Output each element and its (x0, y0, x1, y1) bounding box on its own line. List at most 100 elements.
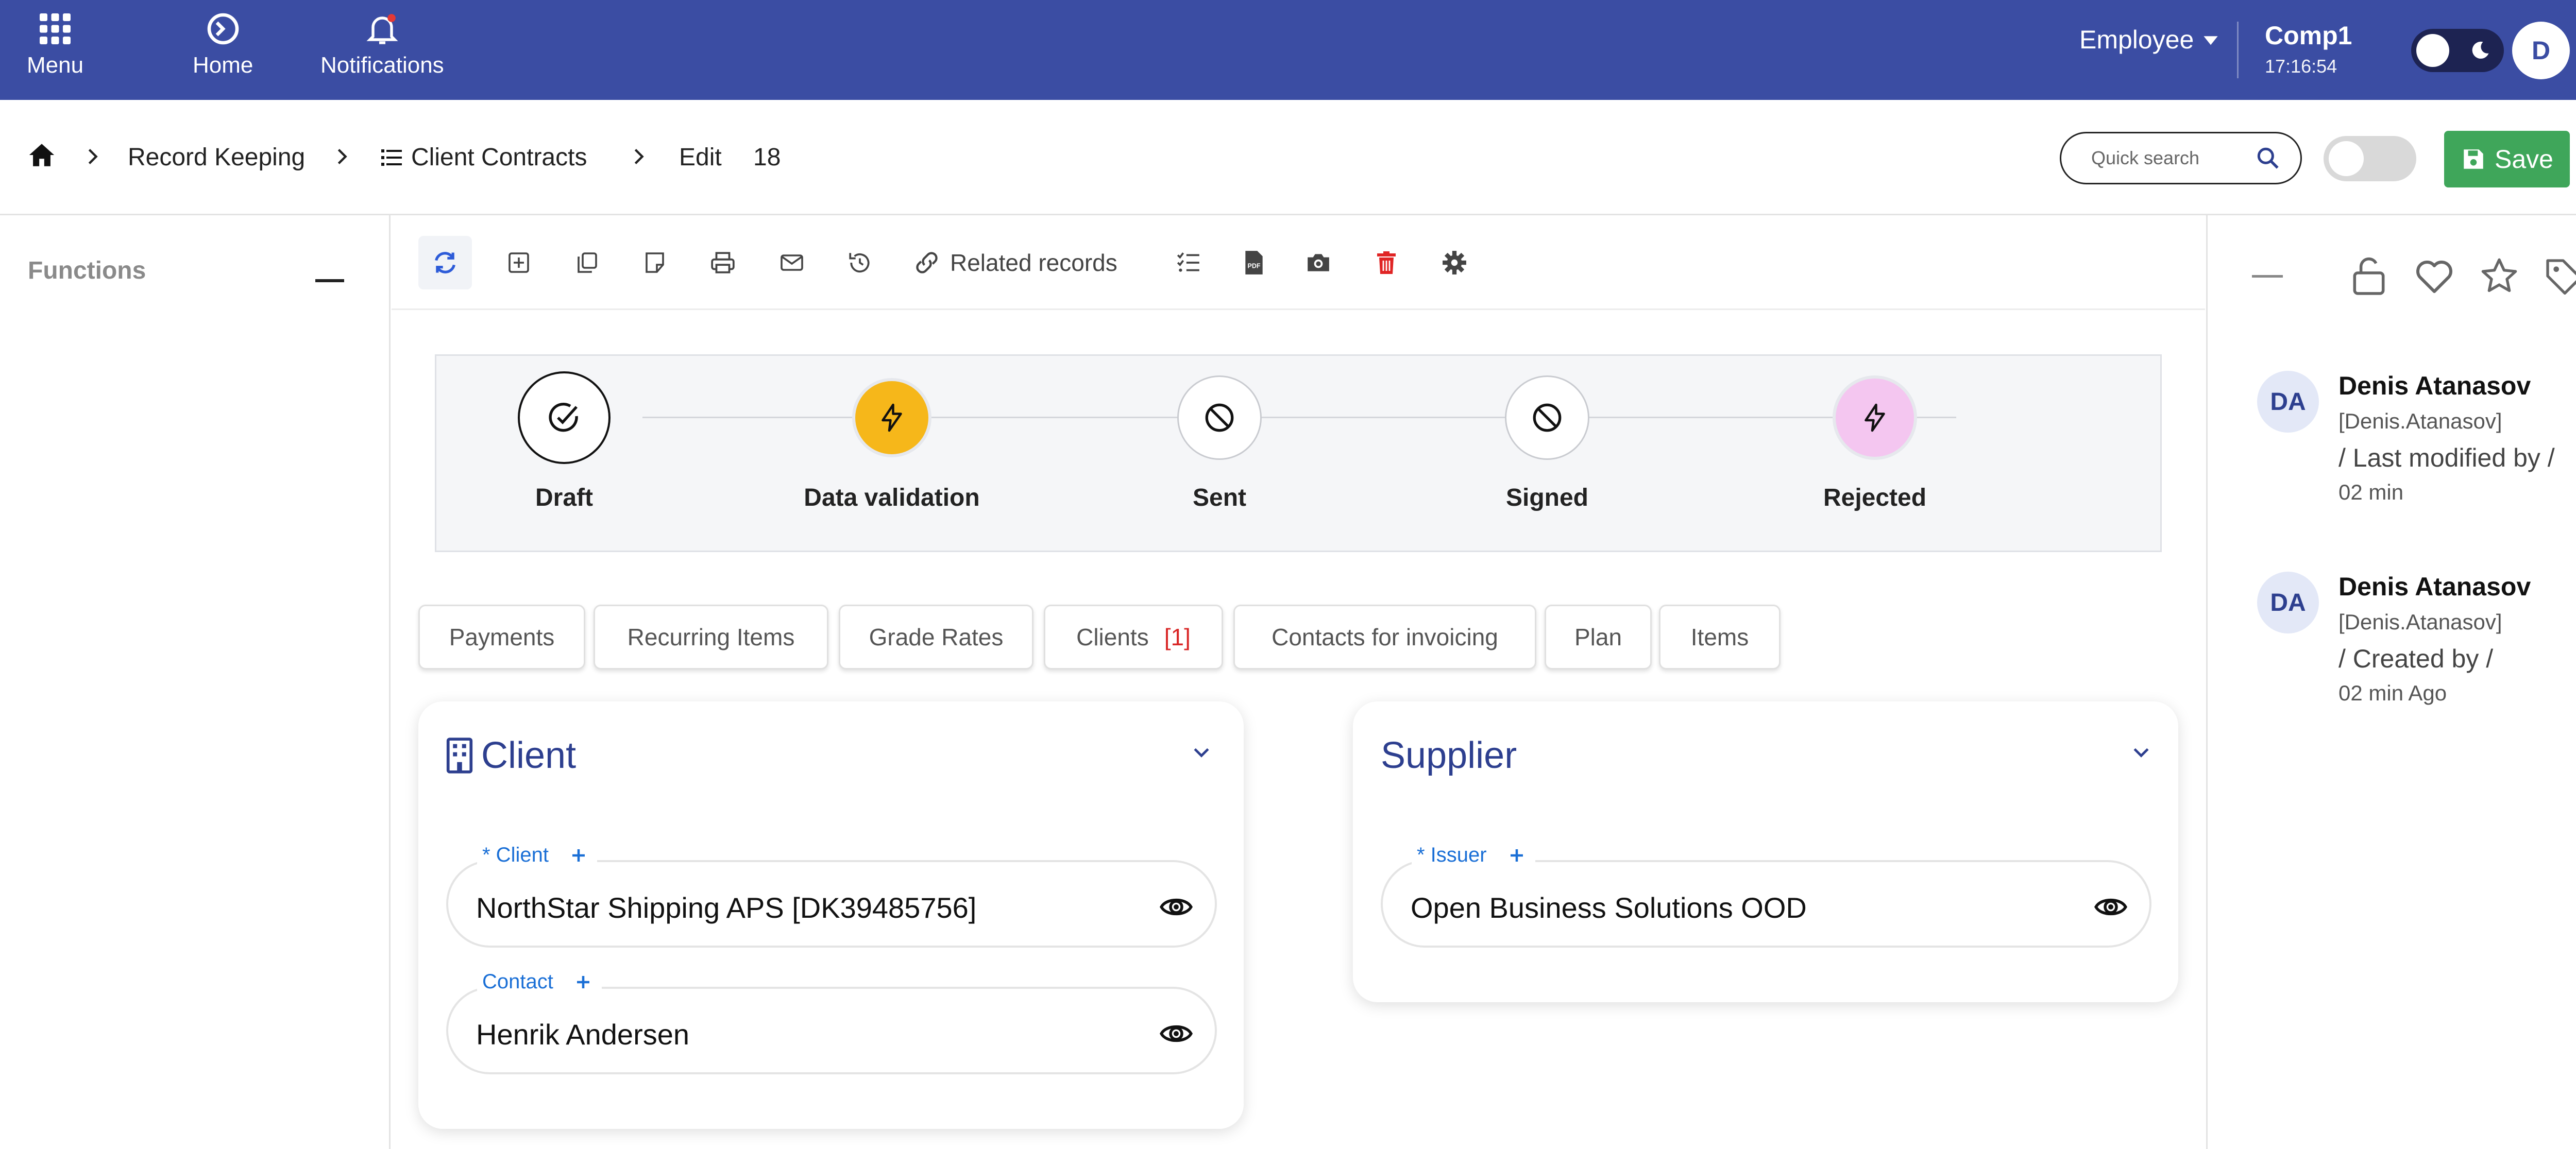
clock: 17:16:54 (2265, 56, 2337, 77)
breadcrumb-edit: Edit (679, 144, 722, 171)
heart-icon[interactable] (2414, 255, 2455, 297)
link-icon (916, 252, 938, 273)
step-rejected[interactable]: Rejected (1772, 371, 1978, 512)
minimize-icon[interactable] (2252, 275, 2283, 278)
unlock-icon[interactable] (2350, 255, 2388, 297)
contact-field[interactable]: Contact Henrik Andersen (446, 970, 1217, 1074)
step-sent-label: Sent (1192, 484, 1246, 511)
tab-payments[interactable]: Payments (418, 605, 585, 670)
star-icon[interactable] (2479, 255, 2520, 297)
step-data-validation[interactable]: Data validation (789, 371, 995, 512)
plus-icon[interactable] (570, 847, 587, 864)
floppy-disk-icon (2464, 149, 2483, 169)
record-id: 18 (753, 144, 781, 171)
step-draft-label: Draft (535, 484, 593, 511)
topbar-divider (2237, 22, 2239, 78)
step-sent[interactable]: Sent (1116, 371, 1323, 512)
step-rejected-circle (1833, 375, 1917, 460)
tab-items[interactable]: Items (1659, 605, 1781, 670)
camera-icon (1308, 254, 1329, 271)
refresh-button[interactable] (418, 236, 472, 289)
lightning-icon (882, 403, 902, 432)
history-button[interactable] (838, 236, 882, 289)
activity-action: / Last modified by / (2338, 443, 2555, 472)
role-dropdown[interactable]: Employee (2079, 25, 2219, 55)
contact-field-label: Contact (477, 970, 602, 993)
home-button[interactable]: Home (193, 10, 253, 78)
tab-grade-rates[interactable]: Grade Rates (839, 605, 1033, 670)
pdf-button[interactable]: PDF (1233, 236, 1275, 289)
plus-icon[interactable] (575, 974, 591, 990)
client-card: Client * Client NorthStar Shipping APS [… (418, 701, 1244, 1129)
copy-button[interactable] (565, 236, 609, 289)
collapse-sidebar-button[interactable] (315, 279, 344, 282)
issuer-field-label: * Issuer (1412, 844, 1535, 867)
step-draft[interactable]: Draft (461, 371, 667, 512)
step-data-validation-label: Data validation (804, 484, 980, 511)
home-label: Home (193, 53, 253, 78)
related-records-button[interactable]: Related records (913, 236, 1117, 289)
related-records-label: Related records (950, 249, 1117, 276)
activity-user-name[interactable]: Denis Atanasov (2338, 572, 2531, 602)
ban-icon (1533, 403, 1562, 432)
workflow-stepper: Draft Data validation Sent Signed Reject… (435, 354, 2162, 552)
issuer-field[interactable]: * Issuer Open Business Solutions OOD (1381, 844, 2151, 948)
menu-button[interactable]: Menu (27, 10, 83, 78)
new-record-button[interactable] (497, 236, 541, 289)
settings-button[interactable] (1432, 236, 1477, 289)
company-info: Comp1 17:16:54 (2265, 21, 2352, 77)
checklist-button[interactable] (1166, 236, 1211, 289)
moon-icon (2472, 41, 2489, 59)
dark-mode-toggle[interactable] (2411, 29, 2504, 72)
activity-avatar: DA (2257, 371, 2319, 433)
quick-search[interactable] (2060, 132, 2302, 184)
camera-button[interactable] (1296, 236, 1341, 289)
save-button[interactable]: Save (2444, 131, 2570, 187)
tab-recurring-items[interactable]: Recurring Items (594, 605, 828, 670)
grid-menu-icon (40, 13, 71, 44)
toggle-knob (2416, 34, 2449, 67)
company-name: Comp1 (2265, 21, 2352, 50)
chevron-down-icon[interactable] (2130, 741, 2153, 763)
eye-icon[interactable] (1159, 890, 1193, 924)
edit-mode-toggle[interactable] (2324, 136, 2416, 181)
chevron-down-icon[interactable] (1190, 741, 1213, 763)
ban-icon (1205, 403, 1234, 432)
delete-button[interactable] (1364, 236, 1409, 289)
breadcrumb-client-contracts-label: Client Contracts (411, 144, 587, 171)
note-icon (646, 252, 664, 273)
email-button[interactable] (770, 236, 814, 289)
step-signed-circle (1505, 375, 1589, 460)
bell-icon (366, 14, 398, 44)
activity-user-login: [Denis.Atanasov] (2338, 610, 2502, 634)
user-avatar[interactable]: D (2512, 22, 2570, 79)
activity-avatar: DA (2257, 572, 2319, 633)
breadcrumb-home[interactable] (27, 140, 57, 170)
eye-icon[interactable] (2094, 890, 2128, 924)
supplier-card-title: Supplier (1381, 735, 1517, 776)
tab-contacts-for-invoicing[interactable]: Contacts for invoicing (1233, 605, 1536, 670)
client-label-text: * Client (482, 844, 549, 866)
supplier-card: Supplier * Issuer Open Business Solution… (1353, 701, 2178, 1002)
chevron-right-icon (337, 149, 347, 164)
client-field[interactable]: * Client NorthStar Shipping APS [DK39485… (446, 844, 1217, 948)
search-icon[interactable] (2255, 145, 2281, 171)
tag-icon[interactable] (2543, 255, 2576, 297)
notifications-button[interactable]: Notifications (320, 10, 444, 78)
search-input[interactable] (2090, 147, 2255, 169)
functions-sidebar: Functions (0, 215, 391, 1149)
breadcrumb-client-contracts[interactable]: Client Contracts (379, 143, 587, 172)
notifications-label: Notifications (320, 53, 444, 78)
step-rejected-label: Rejected (1823, 484, 1927, 511)
activity-user-name[interactable]: Denis Atanasov (2338, 371, 2531, 401)
print-button[interactable] (701, 236, 745, 289)
breadcrumb-record-keeping[interactable]: Record Keeping (128, 143, 305, 172)
new-record-icon (509, 252, 529, 273)
note-button[interactable] (633, 236, 677, 289)
tab-plan[interactable]: Plan (1545, 605, 1652, 670)
step-signed[interactable]: Signed (1444, 371, 1650, 512)
tab-clients[interactable]: Clients [1] (1044, 605, 1223, 670)
eye-icon[interactable] (1159, 1017, 1193, 1051)
save-label: Save (2495, 145, 2553, 174)
plus-icon[interactable] (1509, 847, 1525, 864)
